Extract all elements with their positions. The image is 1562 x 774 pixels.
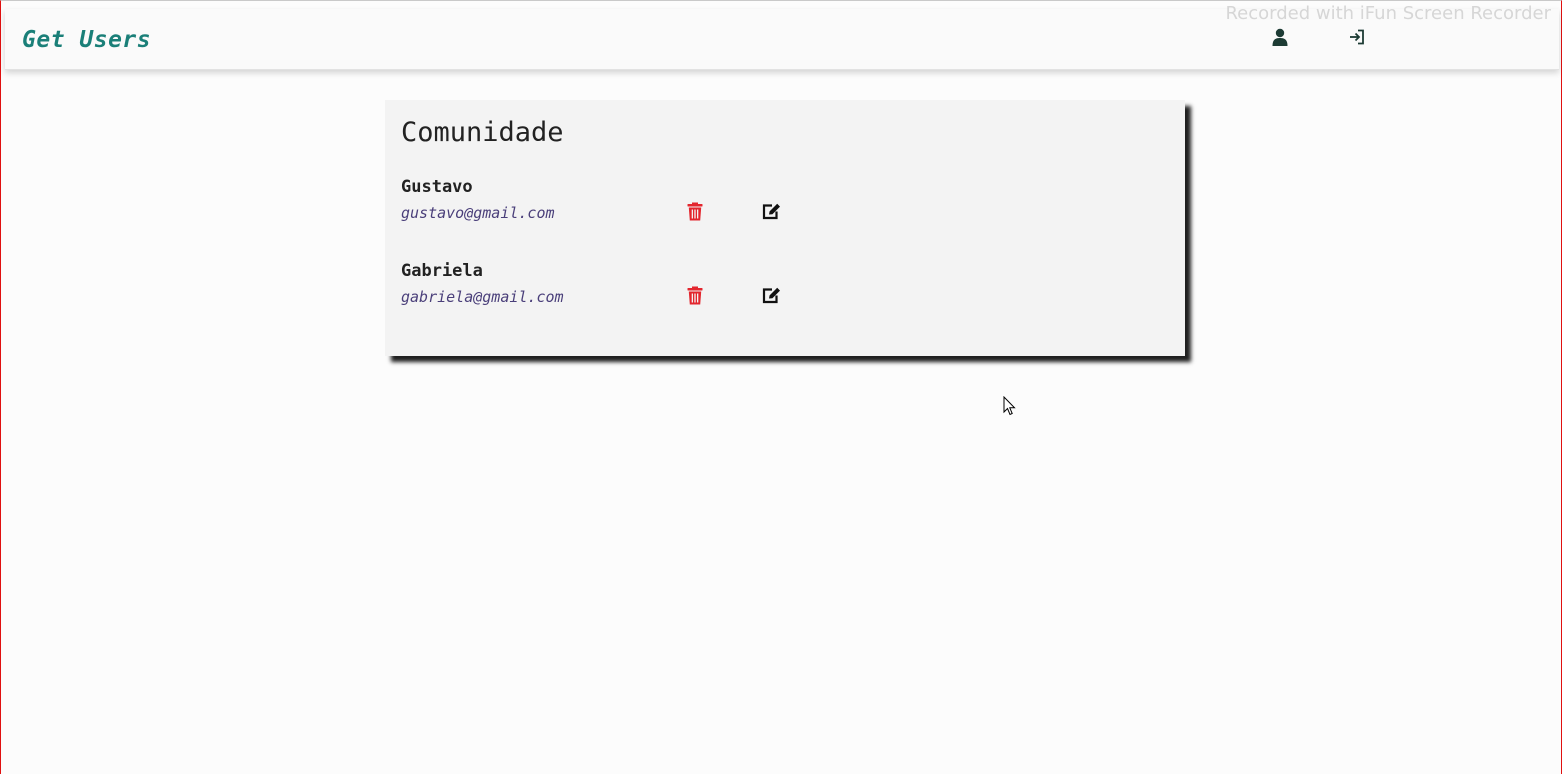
user-list-item: Gustavo gustavo@gmail.com [401,177,1001,227]
delete-user-button[interactable] [684,284,706,306]
user-email: gabriela@gmail.com [401,288,564,306]
sign-in-icon[interactable] [1347,27,1367,47]
user-name: Gustavo [401,177,473,197]
user-list-item: Gabriela gabriela@gmail.com [401,261,1001,311]
trash-icon [687,202,703,220]
recorder-watermark: Recorded with iFun Screen Recorder [1225,3,1551,24]
edit-icon [762,287,780,303]
edit-user-button[interactable] [760,200,782,222]
user-name: Gabriela [401,261,483,281]
trash-icon [687,286,703,304]
delete-user-button[interactable] [684,200,706,222]
app-title[interactable]: Get Users [22,27,151,53]
mouse-pointer-icon [1003,396,1016,416]
edit-icon [762,203,780,219]
user-icon[interactable] [1270,27,1290,47]
user-email: gustavo@gmail.com [401,204,555,222]
edit-user-button[interactable] [760,284,782,306]
page: Get Users Recorded with iFun Screen Reco… [0,0,1562,774]
community-card: Comunidade Gustavo gustavo@gmail.com Gab… [385,100,1185,356]
card-title: Comunidade [401,117,564,148]
